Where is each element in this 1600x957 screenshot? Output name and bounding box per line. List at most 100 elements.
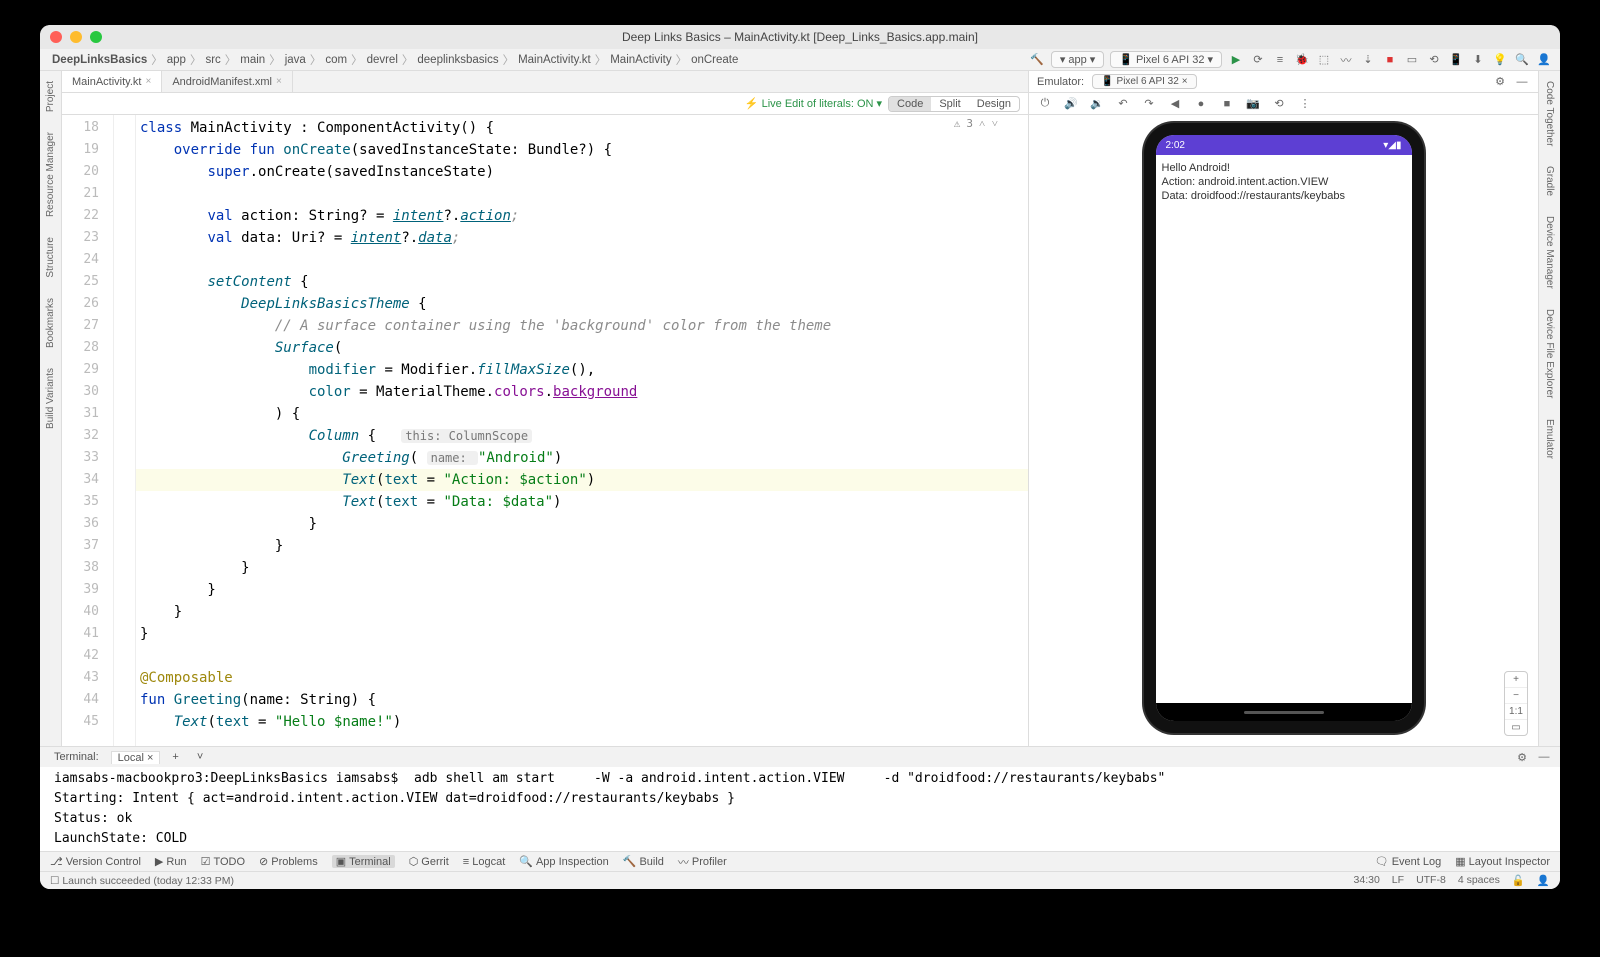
back-icon[interactable]: ◀ (1167, 96, 1183, 112)
terminal-session-tab[interactable]: Local × (111, 751, 161, 764)
crumb[interactable]: src (201, 54, 224, 66)
crumb[interactable]: main (236, 54, 269, 66)
crumb[interactable]: java (281, 54, 310, 66)
crumb[interactable]: app (163, 54, 190, 66)
avd-icon[interactable]: 📱 (1448, 52, 1464, 68)
debug-icon[interactable]: 🐞 (1294, 52, 1310, 68)
code-editor[interactable]: ⚠ 3 ˄ ˅ 18192021222324252627282930313233… (62, 115, 1028, 746)
zoom-out-icon[interactable]: − (1505, 688, 1527, 704)
tab-terminal[interactable]: ▣ Terminal (332, 855, 395, 868)
sync-icon[interactable]: ⟲ (1426, 52, 1442, 68)
live-edit-indicator[interactable]: ⚡ Live Edit of literals: ON ▾ (745, 97, 882, 110)
inspection-icon[interactable]: 👤 (1537, 874, 1550, 887)
tool-bookmarks[interactable]: Bookmarks (45, 292, 56, 354)
avatar-icon[interactable]: 👤 (1536, 52, 1552, 68)
tool-code-together[interactable]: Code Together (1544, 75, 1555, 152)
mode-design[interactable]: Design (969, 97, 1019, 111)
tab-layout-inspector[interactable]: ▦ Layout Inspector (1455, 855, 1550, 868)
terminal-output[interactable]: iamsabs-macbookpro3:DeepLinksBasics iams… (40, 767, 1560, 851)
cursor-position[interactable]: 34:30 (1354, 874, 1380, 887)
zoom-ratio[interactable]: 1:1 (1505, 704, 1527, 720)
run-icon[interactable]: ▶ (1228, 52, 1244, 68)
minimize-icon[interactable]: — (1536, 749, 1552, 765)
tool-device-manager[interactable]: Device Manager (1544, 210, 1555, 295)
mode-split[interactable]: Split (931, 97, 968, 111)
build-icon[interactable]: 🔨 (1029, 52, 1045, 68)
sdk-icon[interactable]: ⬇ (1470, 52, 1486, 68)
reload-icon[interactable]: ⟲ (1271, 96, 1287, 112)
line-ending[interactable]: LF (1392, 874, 1404, 887)
power-icon[interactable]: ⏻ (1037, 96, 1053, 112)
tip-icon[interactable]: 💡 (1492, 52, 1508, 68)
indent[interactable]: 4 spaces (1458, 874, 1500, 887)
tool-structure[interactable]: Structure (45, 231, 56, 284)
stop-icon[interactable]: ■ (1382, 52, 1398, 68)
screenshot-icon[interactable]: 📷 (1245, 96, 1261, 112)
crumb[interactable]: onCreate (687, 54, 742, 66)
tool-project[interactable]: Project (45, 75, 56, 118)
profiler-icon[interactable]: 〰 (1338, 52, 1354, 68)
tool-device-file-explorer[interactable]: Device File Explorer (1544, 303, 1555, 404)
crumb-project[interactable]: DeepLinksBasics (48, 54, 151, 66)
tab-profiler[interactable]: 〰 Profiler (678, 854, 727, 870)
new-session-icon[interactable]: + (166, 751, 184, 763)
volume-up-icon[interactable]: 🔊 (1063, 96, 1079, 112)
tool-resource-manager[interactable]: Resource Manager (45, 126, 56, 223)
pair-icon[interactable]: ▭ (1404, 52, 1420, 68)
tool-emulator[interactable]: Emulator (1544, 413, 1555, 465)
device-selector[interactable]: 📱 Pixel 6 API 32 ▾ (1110, 51, 1222, 68)
encoding[interactable]: UTF-8 (1416, 874, 1446, 887)
apply-code-icon[interactable]: ≡ (1272, 52, 1288, 68)
device-clock: 2:02 (1166, 140, 1185, 151)
apply-changes-icon[interactable]: ⟳ (1250, 52, 1266, 68)
view-mode-segment[interactable]: Code Split Design (888, 96, 1020, 112)
crumb[interactable]: deeplinksbasics (413, 54, 502, 66)
dropdown-icon[interactable]: ˅ (191, 751, 209, 763)
tab-gerrit[interactable]: ⬡ Gerrit (409, 855, 449, 868)
close-tab-icon[interactable]: × (145, 76, 151, 87)
tab-app-inspection[interactable]: 🔍 App Inspection (519, 855, 608, 868)
coverage-icon[interactable]: ⬚ (1316, 52, 1332, 68)
tab-problems[interactable]: ⊘ Problems (259, 855, 318, 868)
minimize-icon[interactable]: — (1514, 74, 1530, 90)
editor-tabs: MainActivity.kt× AndroidManifest.xml× (62, 71, 1028, 93)
more-icon[interactable]: ⋮ (1297, 96, 1313, 112)
tab-version-control[interactable]: ⎇ Version Control (50, 855, 141, 868)
tab-todo[interactable]: ☑ TODO (201, 855, 245, 868)
gear-icon[interactable]: ⚙ (1492, 74, 1508, 90)
rotate-right-icon[interactable]: ↷ (1141, 96, 1157, 112)
crumb[interactable]: MainActivity.kt (514, 54, 595, 66)
status-message: Launch succeeded (today 12:33 PM) (62, 875, 234, 887)
code-area[interactable]: class MainActivity : ComponentActivity()… (136, 115, 1028, 746)
tab-build[interactable]: 🔨 Build (623, 855, 664, 868)
rotate-left-icon[interactable]: ↶ (1115, 96, 1131, 112)
editor-toolbar: ⚡ Live Edit of literals: ON ▾ Code Split… (62, 93, 1028, 115)
tab-manifest[interactable]: AndroidManifest.xml× (162, 71, 293, 92)
mode-code[interactable]: Code (889, 97, 931, 111)
overview-icon[interactable]: ■ (1219, 96, 1235, 112)
tab-event-log[interactable]: 🗨 Event Log (1375, 855, 1442, 868)
crumb[interactable]: MainActivity (606, 54, 675, 66)
emulator-device[interactable]: 📱 Pixel 6 API 32 × (1092, 74, 1197, 89)
attach-debugger-icon[interactable]: ⇣ (1360, 52, 1376, 68)
close-tab-icon[interactable]: × (276, 76, 282, 87)
home-icon[interactable]: ● (1193, 96, 1209, 112)
gear-icon[interactable]: ⚙ (1514, 749, 1530, 765)
tool-build-variants[interactable]: Build Variants (45, 362, 56, 435)
tool-gradle[interactable]: Gradle (1544, 160, 1555, 202)
tab-main-activity[interactable]: MainActivity.kt× (62, 71, 162, 92)
zoom-in-icon[interactable]: + (1505, 672, 1527, 688)
run-config-selector[interactable]: ▾ app ▾ (1051, 51, 1104, 68)
device-screen[interactable]: 2:02 ▾◢▮ Hello Android! Action: android.… (1156, 135, 1412, 721)
right-tool-stripe: Code Together Gradle Device Manager Devi… (1538, 71, 1560, 746)
volume-down-icon[interactable]: 🔉 (1089, 96, 1105, 112)
readonly-icon[interactable]: 🔓 (1512, 874, 1525, 887)
terminal-tabs: Terminal: Local × + ˅ ⚙ — (40, 747, 1560, 767)
crumb[interactable]: devrel (363, 54, 402, 66)
zoom-fit-icon[interactable]: ▭ (1505, 720, 1527, 735)
search-icon[interactable]: 🔍 (1514, 52, 1530, 68)
terminal-line: iamsabs-macbookpro3:DeepLinksBasics iams… (54, 769, 1546, 789)
crumb[interactable]: com (321, 54, 351, 66)
tab-run[interactable]: ▶ Run (155, 855, 187, 868)
tab-logcat[interactable]: ≡ Logcat (463, 856, 505, 868)
